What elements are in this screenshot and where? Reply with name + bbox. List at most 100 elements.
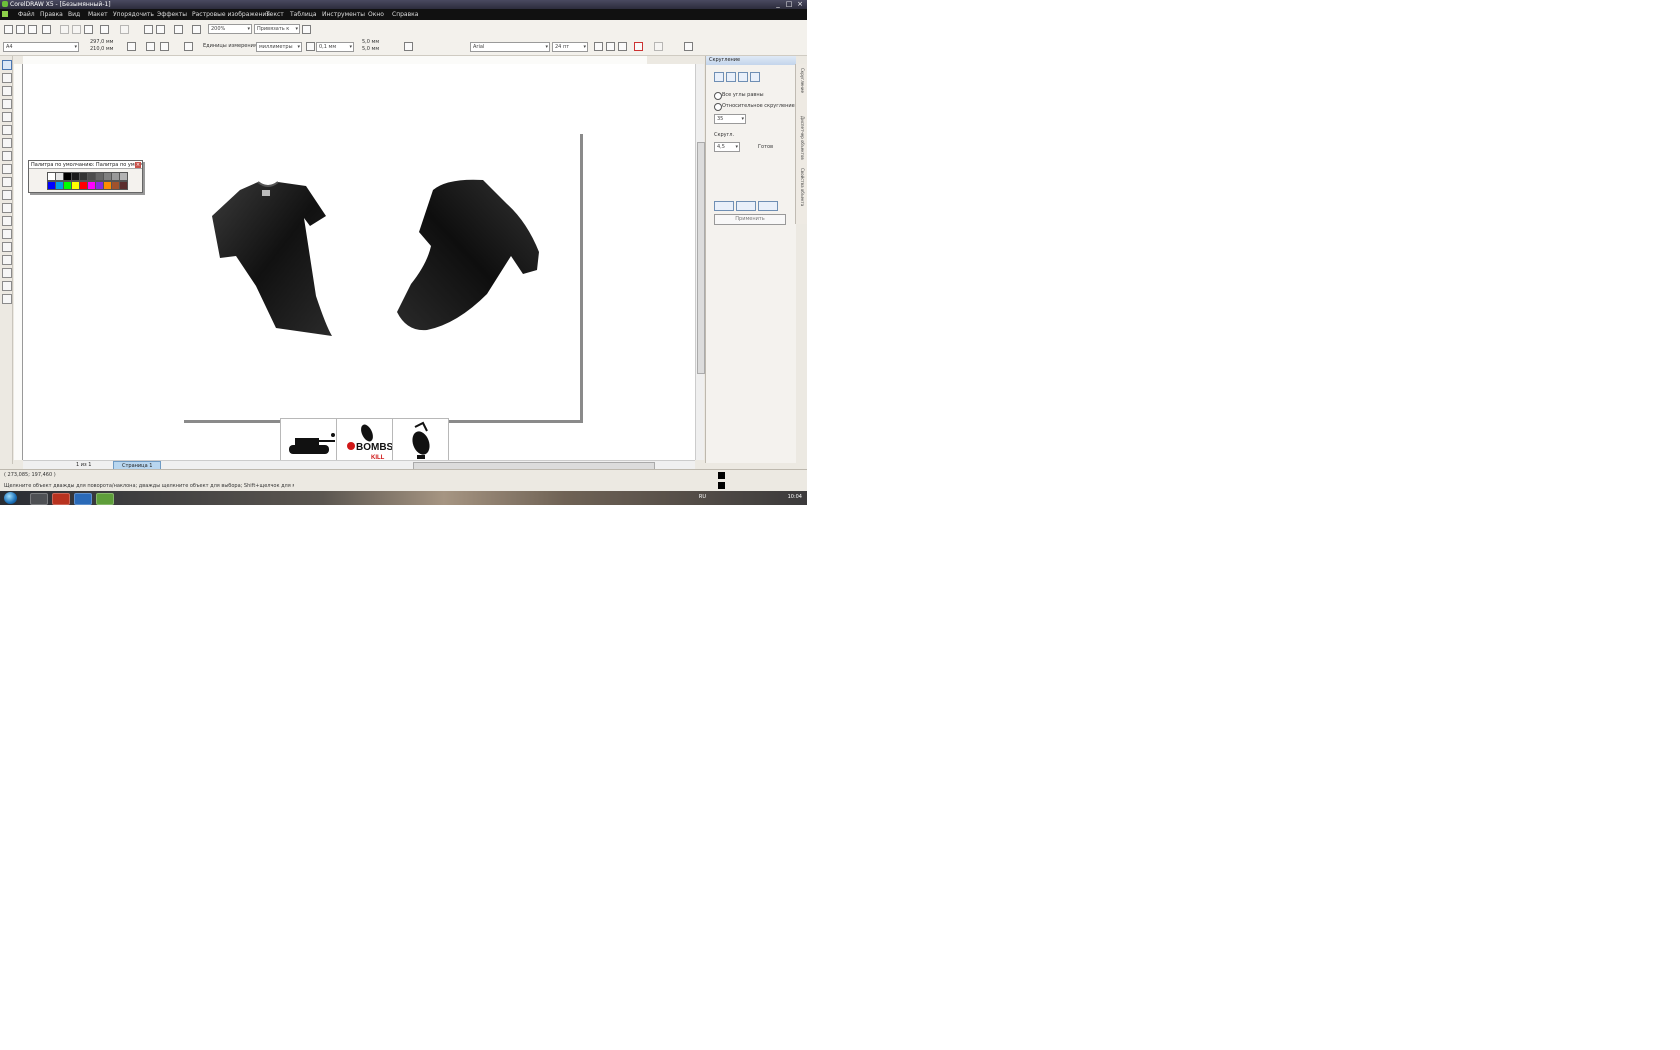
new-icon[interactable] <box>4 25 13 34</box>
maximize-button[interactable]: □ <box>785 0 793 8</box>
underline-icon[interactable] <box>618 42 627 51</box>
menu-bitmaps[interactable]: Растровые изображения <box>192 9 270 20</box>
minimize-button[interactable]: _ <box>774 0 782 8</box>
clock[interactable]: 10:04 <box>788 494 802 500</box>
palette-swatch[interactable] <box>119 172 128 181</box>
page-width[interactable]: 297,0 мм <box>90 39 113 45</box>
skype-taskbar-icon[interactable] <box>74 493 92 505</box>
relative-radio[interactable] <box>714 103 722 111</box>
menu-arrange[interactable]: Упорядочить <box>113 9 154 20</box>
freehand-tool-icon[interactable] <box>2 112 12 122</box>
text-tool-icon[interactable] <box>2 190 12 200</box>
text-color-icon[interactable] <box>634 42 643 51</box>
design-thumbnail-tank[interactable] <box>280 418 339 464</box>
tab-object-manager[interactable]: Диспетчер объектов <box>798 116 805 160</box>
corner-center-icon[interactable] <box>758 201 778 211</box>
undo-icon[interactable] <box>100 25 109 34</box>
duplicate-x[interactable]: 5,0 мм <box>362 39 379 45</box>
scallop-mode-icon[interactable] <box>726 72 736 82</box>
open-icon[interactable] <box>16 25 25 34</box>
vertical-scroll-thumb[interactable] <box>697 142 705 374</box>
table-tool-icon[interactable] <box>2 203 12 213</box>
export-icon[interactable] <box>156 25 165 34</box>
design-thumbnail-bombs[interactable]: BOMBS KILL <box>336 418 395 464</box>
blend-tool-icon[interactable] <box>2 242 12 252</box>
ellipse-tool-icon[interactable] <box>2 151 12 161</box>
language-indicator[interactable]: RU <box>699 494 706 500</box>
menu-file[interactable]: Файл <box>18 9 35 20</box>
fillet-mode-icon[interactable] <box>714 72 724 82</box>
explorer-taskbar-icon[interactable] <box>30 493 48 505</box>
page-height[interactable]: 210,0 мм <box>90 46 113 52</box>
menu-window[interactable]: Окно <box>368 9 384 20</box>
basic-shapes-icon[interactable] <box>2 177 12 187</box>
corel-taskbar-icon[interactable] <box>96 493 114 505</box>
palette-close-button[interactable]: × <box>135 162 141 168</box>
smart-fill-icon[interactable] <box>2 125 12 135</box>
start-button[interactable] <box>4 492 17 504</box>
menu-effects[interactable]: Эффекты <box>157 9 187 20</box>
bold-icon[interactable] <box>594 42 603 51</box>
zoom-combo[interactable]: 200% <box>208 24 252 34</box>
all-pages-icon[interactable] <box>160 42 169 51</box>
snap-to-combo[interactable]: Привязать к <box>254 24 300 34</box>
pick-tool-icon[interactable] <box>2 60 12 70</box>
menu-tools[interactable]: Инструменты <box>322 9 365 20</box>
crop-tool-icon[interactable] <box>2 86 12 96</box>
vertical-ruler[interactable] <box>14 64 23 460</box>
font-size-combo[interactable]: 24 пт <box>552 42 588 52</box>
cut-icon[interactable] <box>60 25 69 34</box>
zoom-tool-icon[interactable] <box>2 99 12 109</box>
menu-help[interactable]: Справка <box>392 9 418 20</box>
duplicate-y[interactable]: 5,0 мм <box>362 46 379 52</box>
corner-input[interactable]: 4,5 <box>714 142 740 152</box>
copy-icon[interactable] <box>72 25 81 34</box>
menu-table[interactable]: Таблица <box>290 9 317 20</box>
tshirt-back-image[interactable] <box>387 174 552 339</box>
opera-taskbar-icon[interactable] <box>52 493 70 505</box>
radius-input[interactable]: 35 <box>714 114 746 124</box>
landscape-icon[interactable] <box>146 42 155 51</box>
rectangle-tool-icon[interactable] <box>2 138 12 148</box>
corner-right-icon[interactable] <box>736 201 756 211</box>
options-icon[interactable] <box>302 25 311 34</box>
current-page-icon[interactable] <box>184 42 193 51</box>
palette-swatch[interactable] <box>119 181 128 190</box>
units-settings-icon[interactable] <box>404 42 413 51</box>
connector-tool-icon[interactable] <box>2 229 12 239</box>
menu-edit[interactable]: Правка <box>40 9 63 20</box>
tab-object-properties[interactable]: Свойства объекта <box>798 168 805 206</box>
drawing-canvas[interactable]: BOMBS KILL <box>23 64 695 464</box>
outline-tool-icon[interactable] <box>2 268 12 278</box>
fill-tool-icon[interactable] <box>2 281 12 291</box>
application-launcher-icon[interactable] <box>174 25 183 34</box>
close-button[interactable]: × <box>796 0 804 8</box>
dimension-tool-icon[interactable] <box>2 216 12 226</box>
fill-indicator[interactable] <box>718 472 725 479</box>
chamfer-mode-icon[interactable] <box>738 72 748 82</box>
vertical-scrollbar[interactable] <box>695 64 705 460</box>
align-icon[interactable] <box>654 42 663 51</box>
corner-options-icon[interactable] <box>750 72 760 82</box>
menu-text[interactable]: Текст <box>266 9 284 20</box>
portrait-icon[interactable] <box>127 42 136 51</box>
menu-layout[interactable]: Макет <box>88 9 108 20</box>
import-icon[interactable] <box>144 25 153 34</box>
polygon-tool-icon[interactable] <box>2 164 12 174</box>
text-properties-icon[interactable] <box>684 42 693 51</box>
save-icon[interactable] <box>28 25 37 34</box>
units-combo[interactable]: миллиметры <box>256 42 302 52</box>
shape-tool-icon[interactable] <box>2 73 12 83</box>
font-list-combo[interactable]: Arial <box>470 42 550 52</box>
redo-icon[interactable] <box>120 25 129 34</box>
tshirt-front-image[interactable] <box>206 176 346 341</box>
page-size-combo[interactable]: A4 <box>3 42 79 52</box>
apply-button[interactable]: Применить <box>714 214 786 225</box>
outline-indicator[interactable] <box>718 482 725 489</box>
eyedropper-tool-icon[interactable] <box>2 255 12 265</box>
corner-left-icon[interactable] <box>714 201 734 211</box>
nudge-input[interactable]: 0,1 мм <box>316 42 354 52</box>
tab-fillet[interactable]: Скругление <box>798 68 805 93</box>
menu-view[interactable]: Вид <box>68 9 80 20</box>
paste-icon[interactable] <box>84 25 93 34</box>
